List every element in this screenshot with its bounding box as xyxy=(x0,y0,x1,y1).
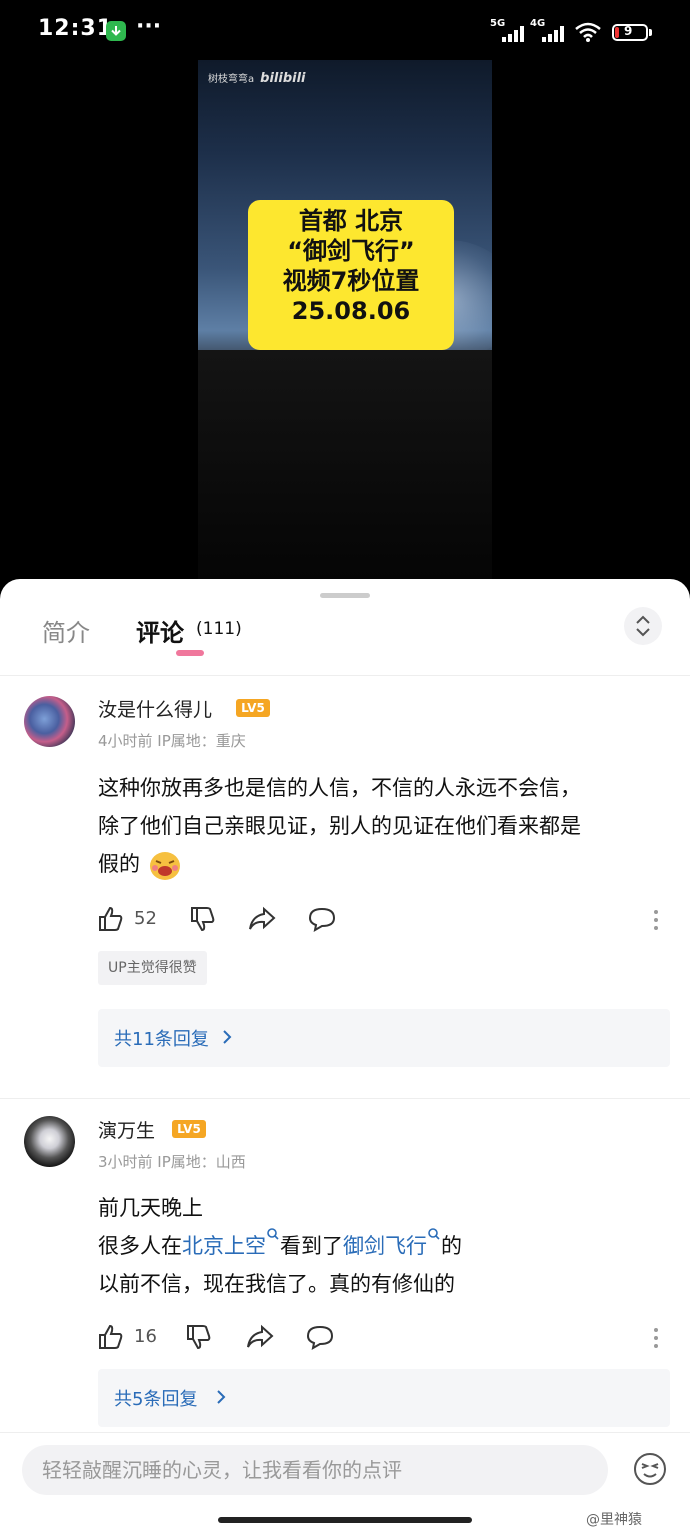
divider xyxy=(0,675,690,676)
like-count: 16 xyxy=(134,1326,157,1347)
level-badge: LV5 xyxy=(172,1120,206,1138)
tab-intro[interactable]: 简介 xyxy=(42,613,90,648)
comment-input[interactable] xyxy=(22,1445,608,1495)
comment-username[interactable]: 汝是什么得儿 xyxy=(98,695,212,722)
reply-comment-icon[interactable] xyxy=(306,1324,334,1350)
thumbs-up-icon[interactable] xyxy=(98,906,124,932)
view-replies-button[interactable]: 共5条回复 xyxy=(98,1369,670,1427)
up-liked-badge: UP主觉得很赞 xyxy=(98,951,207,985)
chevron-right-icon xyxy=(223,1030,232,1044)
thumbs-down-icon[interactable] xyxy=(190,906,216,932)
active-tab-indicator xyxy=(176,650,204,656)
comment-input-bar: @里神猿 xyxy=(0,1432,690,1533)
video-frame[interactable]: 树枝弯弯a bilibili 首都 北京 “御剑飞行” 视频7秒位置 25.08.… xyxy=(198,60,492,580)
divider xyxy=(0,1098,690,1099)
caption-line: 25.08.06 xyxy=(291,297,411,325)
more-options-icon[interactable] xyxy=(654,910,658,934)
emoji-icon[interactable] xyxy=(632,1451,668,1487)
topic-link[interactable]: 御剑飞行 xyxy=(343,1228,441,1258)
source-watermark: @里神猿 xyxy=(586,1512,642,1528)
download-icon xyxy=(106,21,126,41)
caption-line: 首都 北京 xyxy=(298,207,404,235)
avatar[interactable] xyxy=(24,1116,75,1167)
thumbs-up-icon[interactable] xyxy=(98,1324,124,1350)
more-options-icon[interactable] xyxy=(654,1328,658,1352)
sheet-drag-handle[interactable] xyxy=(320,593,370,598)
comments-count: (111) xyxy=(196,619,242,639)
replies-count-text: 共5条回复 xyxy=(114,1389,198,1410)
thumbs-down-icon[interactable] xyxy=(186,1324,212,1350)
comment-actions: 52 xyxy=(98,906,678,936)
comment-text: 这种你放再多也是信的人信，不信的人永远不会信， 除了他们自己亲眼见证，别人的见证… xyxy=(98,769,673,883)
caption-line: “御剑飞行” xyxy=(287,237,415,265)
status-time: 12:31 xyxy=(38,16,114,41)
chevron-up-down-icon xyxy=(636,615,650,637)
level-badge: LV5 xyxy=(236,699,270,717)
expand-collapse-button[interactable] xyxy=(624,607,662,645)
signal-4g-icon: 4G xyxy=(530,18,570,42)
comment-meta: 4小时前 IP属地：重庆 xyxy=(98,732,246,750)
avatar[interactable] xyxy=(24,696,75,747)
like-count: 52 xyxy=(134,908,157,929)
comment-actions: 16 xyxy=(98,1324,678,1354)
tab-comments[interactable]: 评论 xyxy=(136,613,184,648)
topic-link[interactable]: 北京上空 xyxy=(182,1228,280,1258)
signal-5g-icon: 5G xyxy=(490,18,530,42)
battery-icon: 9 xyxy=(612,24,652,41)
view-replies-button[interactable]: 共11条回复 xyxy=(98,1009,670,1067)
comment-meta: 3小时前 IP属地：山西 xyxy=(98,1153,246,1171)
comments-sheet: 简介 评论 (111) 汝是什么得儿 LV5 4小时前 IP属地：重庆 这种你放… xyxy=(0,579,690,1533)
reply-comment-icon[interactable] xyxy=(308,906,336,932)
wifi-icon xyxy=(575,22,601,42)
caption-line: 视频7秒位置 xyxy=(282,267,420,295)
laughing-emoji-icon xyxy=(149,852,180,880)
video-caption-card: 首都 北京 “御剑飞行” 视频7秒位置 25.08.06 xyxy=(248,200,454,350)
search-icon xyxy=(267,1228,279,1240)
replies-count-text: 共11条回复 xyxy=(114,1029,209,1050)
more-notifications-icon: ··· xyxy=(136,14,162,39)
comment-username[interactable]: 演万生 xyxy=(98,1116,155,1143)
search-icon xyxy=(428,1228,440,1240)
home-indicator[interactable] xyxy=(218,1517,472,1523)
comment-text: 前几天晚上 很多人在北京上空 看到了御剑飞行的 以前不信，现在我信了。真的有修仙的 xyxy=(98,1196,462,1296)
video-player[interactable]: 树枝弯弯a bilibili 首都 北京 “御剑飞行” 视频7秒位置 25.08.… xyxy=(0,60,690,592)
chevron-right-icon xyxy=(217,1390,226,1404)
share-icon[interactable] xyxy=(246,1324,274,1350)
battery-level: 9 xyxy=(624,24,633,38)
share-icon[interactable] xyxy=(248,906,276,932)
video-watermark: 树枝弯弯a bilibili xyxy=(208,71,306,86)
status-bar: 12:31 ··· 5G 4G 9 xyxy=(0,0,690,62)
